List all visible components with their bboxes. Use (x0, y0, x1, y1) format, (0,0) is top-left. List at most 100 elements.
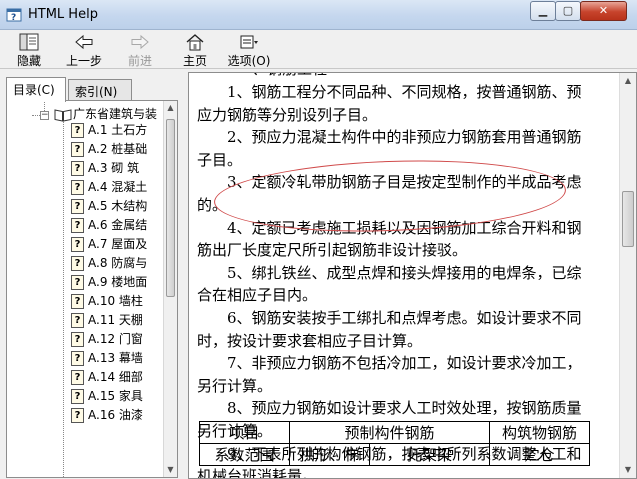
tree-item-label: A.10 墙柱 (88, 294, 143, 308)
close-button[interactable]: ✕ (580, 1, 627, 21)
tree-item-label: A.15 家具 (88, 389, 143, 403)
maximize-button[interactable]: ▢ (555, 1, 581, 21)
forward-label: 前进 (127, 54, 152, 68)
help-topic-icon: ? (71, 351, 84, 366)
help-topic-icon: ? (71, 199, 84, 214)
tree-item[interactable]: ? A.1 土石方 (71, 121, 147, 140)
tree-item[interactable]: ? A.3 砌 筑 (71, 159, 139, 178)
tree-item[interactable]: ? A.16 油漆 (71, 406, 143, 425)
paragraph-2: 2、预应力混凝土构件中的非预应力钢筋套用普通钢筋子目。 (197, 128, 582, 169)
help-topic-icon: ? (71, 313, 84, 328)
table-header-cell: 项目 (199, 421, 290, 444)
help-topic-icon: ? (71, 332, 84, 347)
hide-label: 隐藏 (16, 54, 41, 68)
tree-scroll-thumb[interactable] (166, 119, 175, 297)
tree-item-label: A.2 桩基础 (88, 142, 148, 156)
help-topic-icon: ? (71, 370, 84, 385)
scroll-down-icon[interactable]: ▼ (164, 463, 177, 477)
tab-index[interactable]: 索引(N) (68, 79, 132, 101)
home-label: 主页 (182, 54, 207, 68)
help-topic-icon: ? (71, 237, 84, 252)
help-topic-icon: ? (71, 389, 84, 404)
help-topic-icon: ? (71, 180, 84, 195)
maximize-icon: ▢ (562, 4, 574, 17)
paragraph-6: 6、钢筋安装按手工绑扎和点焊考虑。如设计要求不同时，按设计要求套相应子目计算。 (197, 308, 582, 350)
table-header-cell: 构筑物钢筋 (489, 421, 590, 444)
contents-tree-frame: − 广东省建筑与装 ? A.1 土石方 ? A.2 桩基础 ? A.3 砌 筑 ? A.… (6, 100, 178, 478)
tree-root-label: 广东省建筑与装 (73, 107, 158, 121)
tree-item[interactable]: ? A.9 楼地面 (71, 273, 147, 292)
home-button[interactable]: 主页 (178, 33, 212, 68)
home-icon (186, 34, 204, 51)
content-scrollbar[interactable]: ▲ ▼ (619, 73, 636, 478)
back-label: 上一步 (65, 54, 102, 68)
help-topic-icon: ? (71, 161, 84, 176)
tree-item-label: A.11 天棚 (88, 313, 143, 327)
tree-item[interactable]: ? A.5 木结构 (71, 197, 147, 216)
tree-item[interactable]: ? A.13 幕墙 (71, 349, 143, 368)
tree-item-label: A.14 细部 (88, 370, 143, 384)
help-app-icon: ? (6, 8, 22, 23)
contents-tree[interactable]: − 广东省建筑与装 ? A.1 土石方 ? A.2 桩基础 ? A.3 砌 筑 ? A.… (7, 101, 167, 477)
tree-item-label: A.6 金属结 (88, 218, 148, 232)
options-label: 选项(O) (227, 54, 271, 68)
scroll-up-icon[interactable]: ▲ (620, 73, 636, 89)
tab-contents-label: 目录(C) (13, 83, 55, 97)
tree-item[interactable]: ? A.14 细部 (71, 368, 143, 387)
paragraph-5: 5、绑扎铁丝、成型点焊和接头焊接用的电焊条，已综合在相应子目内。 (197, 263, 582, 305)
back-button[interactable]: 上一步 (62, 33, 106, 68)
help-topic-icon: ? (71, 123, 84, 138)
table-cell: 系数范围 (199, 443, 290, 466)
tree-item[interactable]: ? A.8 防腐与 (71, 254, 147, 273)
help-topic-icon: ? (71, 218, 84, 233)
tree-item-label: A.12 门窗 (88, 332, 143, 346)
paragraph-4: 4、定额已考虑施工损耗以及因钢筋加工综合开料和钢筋出厂长度定尺所引起钢筋非设计接… (197, 218, 582, 260)
tab-index-label: 索引(N) (75, 85, 118, 99)
help-topic-icon: ? (71, 142, 84, 157)
back-arrow-icon (75, 34, 93, 50)
paragraph-7: 7、非预应力钢筋不包括冷加工，如设计要求冷加工，另行计算。 (197, 354, 582, 395)
tree-item[interactable]: ? A.10 墙柱 (71, 292, 143, 311)
open-book-icon (54, 109, 72, 122)
tree-item[interactable]: ? A.6 金属结 (71, 216, 147, 235)
topic-content-pane: 一、钢筋工程 1、钢筋工程分不同品种、不同规格，按普通钢筋、预应力钢筋等分别设列… (188, 72, 637, 479)
tree-item-label: A.8 防腐与 (88, 256, 148, 270)
tree-item[interactable]: ? A.2 桩基础 (71, 140, 147, 159)
section-heading: 一、钢筋工程 (197, 73, 595, 81)
tree-item-label: A.3 砌 筑 (88, 161, 140, 175)
options-button[interactable]: 选项(O) (226, 33, 272, 68)
tree-item-label: A.16 油漆 (88, 408, 143, 422)
table-cell: 贮仓 (489, 443, 590, 466)
tree-item[interactable]: ? A.7 屋面及 (71, 235, 147, 254)
title-bar: ? HTML Help ▁ ▢ ✕ (0, 0, 637, 30)
coefficient-table: 项目 预制构件钢筋 构筑物钢筋 系数范围 拱形、梯 托架梁 贮仓 (199, 421, 590, 466)
forward-arrow-icon (131, 34, 149, 50)
forward-button[interactable]: 前进 (122, 33, 158, 68)
tree-item[interactable]: ? A.15 家具 (71, 387, 143, 406)
help-topic-icon: ? (71, 408, 84, 423)
tab-contents[interactable]: 目录(C) (6, 77, 66, 102)
navigation-pane: 目录(C) 索引(N) − 广东省建筑与装 ? A.1 土石方 ? A.2 桩基础 … (0, 72, 183, 479)
content-scroll-thumb[interactable] (622, 191, 634, 247)
scroll-down-icon[interactable]: ▼ (620, 462, 636, 478)
tree-item-label: A.5 木结构 (88, 199, 148, 213)
tree-item-label: A.1 土石方 (88, 123, 148, 137)
table-cell: 托架梁 (369, 443, 490, 466)
topic-document: 一、钢筋工程 1、钢筋工程分不同品种、不同规格，按普通钢筋、预应力钢筋等分别设列… (197, 73, 595, 478)
paragraph-1: 1、钢筋工程分不同品种、不同规格，按普通钢筋、预应力钢筋等分别设列子目。 (197, 83, 582, 124)
tree-scrollbar[interactable]: ▲ ▼ (163, 101, 177, 477)
scroll-up-icon[interactable]: ▲ (164, 101, 177, 115)
minimize-icon: ▁ (538, 4, 548, 17)
tree-item[interactable]: ? A.4 混凝土 (71, 178, 147, 197)
tree-item-label: A.7 屋面及 (88, 237, 148, 251)
hide-button[interactable]: 隐藏 (10, 33, 48, 68)
tree-item[interactable]: ? A.11 天棚 (71, 311, 143, 330)
minimize-button[interactable]: ▁ (530, 1, 556, 21)
tree-item[interactable]: ? A.12 门窗 (71, 330, 143, 349)
collapse-icon[interactable]: − (40, 111, 49, 120)
tree-item-label: A.4 混凝土 (88, 180, 148, 194)
window-title: HTML Help (28, 7, 98, 22)
tree-item-label: A.13 幕墙 (88, 351, 143, 365)
table-header-cell: 预制构件钢筋 (289, 421, 490, 444)
hide-pane-icon (19, 33, 39, 51)
